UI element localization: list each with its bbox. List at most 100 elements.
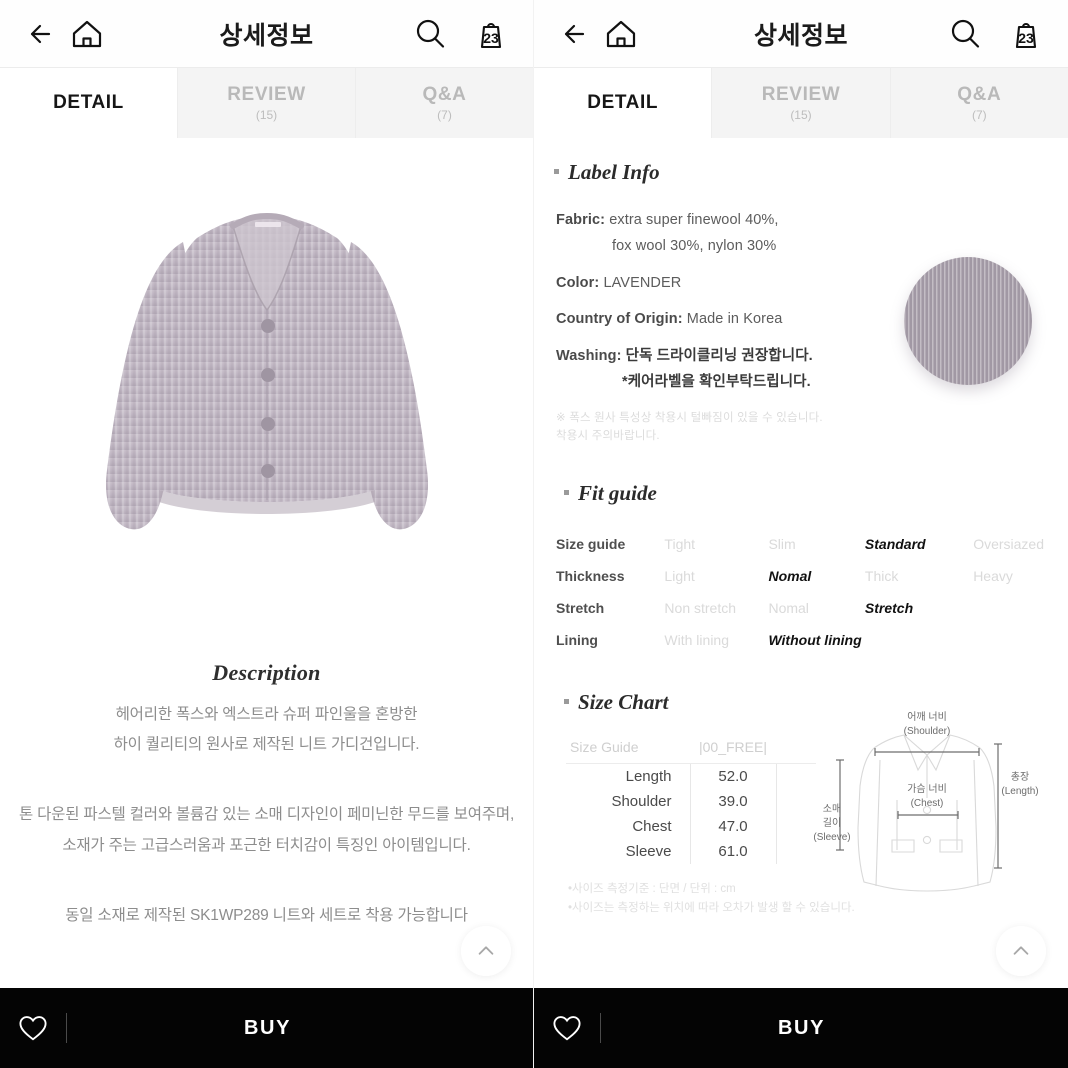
description-title: Description <box>212 660 321 685</box>
measure-name: Chest <box>632 818 672 836</box>
description-paragraph-2: 톤 다운된 파스텔 컬러와 볼륨감 있는 소매 디자인이 페미닌한 무드를 보여… <box>14 800 519 860</box>
right-panel: 상세정보 23 DETAIL REVIEW (15) Q&A (7) Label… <box>534 0 1068 1068</box>
arrow-left-icon[interactable] <box>556 14 596 54</box>
diagram-shoulder-en: (Shoulder) <box>904 726 951 737</box>
heart-icon <box>19 1016 47 1041</box>
measure-value: 61.0 <box>689 839 777 865</box>
fit-option: Light <box>664 568 695 585</box>
fit-option: Heavy <box>973 568 1013 585</box>
app-bar-left: 상세정보 23 <box>0 0 533 68</box>
fabric-note-line-1: ※ 폭스 원사 특성상 착용시 털빠짐이 있을 수 있습니다. <box>556 411 823 424</box>
fit-row-thickness: Thickness Light Nomal Thick Heavy <box>556 560 1044 592</box>
cell-pad <box>776 839 816 864</box>
fit-option <box>973 592 1044 624</box>
label-info-heading: Label Info <box>554 160 1044 185</box>
fit-option: Thick <box>864 568 899 585</box>
table-row: Shoulder 39.0 <box>566 789 816 815</box>
fit-guide-heading: Fit guide <box>564 481 1044 506</box>
fit-guide-table: Size guide Tight Slim Standard Oversiaze… <box>556 528 1044 656</box>
fit-option: Slim <box>768 536 796 553</box>
wishlist-button[interactable] <box>0 1014 66 1042</box>
bag-count-badge: 23 <box>1018 29 1034 46</box>
scroll-to-top-button[interactable] <box>996 926 1046 976</box>
tab-qna-count: (7) <box>971 108 987 122</box>
product-image <box>0 138 533 658</box>
fit-key: Stretch <box>556 600 605 617</box>
fabric-line-1: extra super finewool 40%, <box>609 212 779 228</box>
origin-key: Country of Origin: <box>556 311 683 328</box>
cardigan-illustration <box>105 212 428 530</box>
size-chart-col-value: |00_FREE| <box>690 735 776 765</box>
cell-pad <box>776 789 816 814</box>
tab-review-label: REVIEW <box>227 84 306 105</box>
tab-detail[interactable]: DETAIL <box>534 68 712 138</box>
fabric-key: Fabric: <box>556 212 606 228</box>
bullet-icon <box>564 698 569 704</box>
fit-row-lining: Lining With lining Without lining <box>556 624 1044 656</box>
home-icon[interactable] <box>68 15 106 53</box>
description-paragraph-1: 헤어리한 폭스와 엑스트라 슈퍼 파인울을 혼방한 하이 퀄리티의 원사로 제작… <box>14 700 519 760</box>
tab-qna-label: Q&A <box>422 84 467 105</box>
app-bar-right: 상세정보 23 <box>534 0 1068 68</box>
measure-name: Length <box>625 768 672 786</box>
fabric-row: Fabric: extra super finewool 40%, <box>556 209 1044 231</box>
diagram-length-kr: 총장 <box>1011 771 1029 783</box>
size-chart-col-pad <box>776 735 816 765</box>
description-line: 헤어리한 폭스와 엑스트라 슈퍼 파인울을 혼방한 <box>115 706 418 723</box>
tab-review[interactable]: REVIEW (15) <box>711 68 890 138</box>
buy-button[interactable]: BUY <box>67 1017 468 1040</box>
table-row: Sleeve 61.0 <box>566 839 816 865</box>
measure-name: Shoulder <box>611 793 672 811</box>
table-row: Chest 47.0 <box>566 814 816 840</box>
washing-key: Washing: <box>556 347 622 364</box>
tab-qna-count: (7) <box>437 108 452 122</box>
fit-option: With lining <box>664 632 730 649</box>
fit-option: Tight <box>664 536 696 553</box>
tab-review-count: (15) <box>790 108 812 122</box>
left-panel: 상세정보 23 DETAIL REVIEW (15) Q&A (7) Descr… <box>0 0 534 1068</box>
shopping-bag-icon[interactable]: 23 <box>471 14 511 54</box>
fit-option-selected: Stretch <box>864 600 914 617</box>
fit-key: Size guide <box>556 536 626 553</box>
shopping-bag-icon[interactable]: 23 <box>1006 14 1046 54</box>
label-info-rows: Fabric: extra super finewool 40%, fox wo… <box>556 209 1044 445</box>
home-icon[interactable] <box>602 15 640 53</box>
bottom-action-bar-right: BUY <box>534 988 1068 1068</box>
tab-qna[interactable]: Q&A (7) <box>889 68 1068 138</box>
fit-option: Nomal <box>768 600 809 617</box>
description-block: Description 헤어리한 폭스와 엑스트라 슈퍼 파인울을 혼방한 하이… <box>0 658 533 931</box>
size-chart-section: Size Chart Size Guide |00_FREE| Length 5… <box>556 690 1044 918</box>
wishlist-button[interactable] <box>534 1014 600 1042</box>
scroll-to-top-button[interactable] <box>461 926 511 976</box>
color-swatch <box>904 257 1032 385</box>
fit-option-selected: Standard <box>864 536 926 553</box>
tab-detail-label: DETAIL <box>587 92 659 113</box>
bullet-icon <box>554 168 559 174</box>
fit-option-selected: Nomal <box>768 568 812 585</box>
arrow-left-icon[interactable] <box>22 14 62 54</box>
tab-review[interactable]: REVIEW (15) <box>177 68 355 138</box>
description-line: 하이 퀄리티의 원사로 제작된 니트 가디건입니다. <box>113 736 420 754</box>
description-paragraph-3: 동일 소재로 제작된 SK1WP289 니트와 세트로 착용 가능합니다 <box>14 901 519 931</box>
fit-key: Thickness <box>556 568 625 585</box>
tab-detail-label: DETAIL <box>53 92 124 113</box>
measure-name: Sleeve <box>625 843 672 861</box>
tab-detail[interactable]: DETAIL <box>0 68 177 138</box>
fit-option: Non stretch <box>664 600 737 617</box>
fit-row-stretch: Stretch Non stretch Nomal Stretch <box>556 592 1044 624</box>
description-line: 톤 다운된 파스텔 컬러와 볼륨감 있는 소매 디자인이 페미닌한 무드를 보여… <box>18 806 515 824</box>
size-chart-col-key: Size Guide <box>566 735 690 765</box>
bag-count-badge: 23 <box>483 29 499 46</box>
measure-value: 47.0 <box>689 814 777 840</box>
buy-button[interactable]: BUY <box>601 1017 1002 1040</box>
tab-qna[interactable]: Q&A (7) <box>355 68 533 138</box>
app-bar-actions: 23 <box>411 14 511 54</box>
search-icon[interactable] <box>411 15 449 53</box>
search-icon[interactable] <box>946 15 984 53</box>
fit-option: Oversiazed <box>973 536 1044 553</box>
app-bar-actions: 23 <box>946 14 1046 54</box>
diagram-shoulder-kr: 어깨 너비 <box>907 711 947 723</box>
fit-key: Lining <box>556 632 598 649</box>
diagram-sleeve-kr1: 소매 <box>823 803 841 815</box>
heart-icon <box>553 1016 581 1041</box>
